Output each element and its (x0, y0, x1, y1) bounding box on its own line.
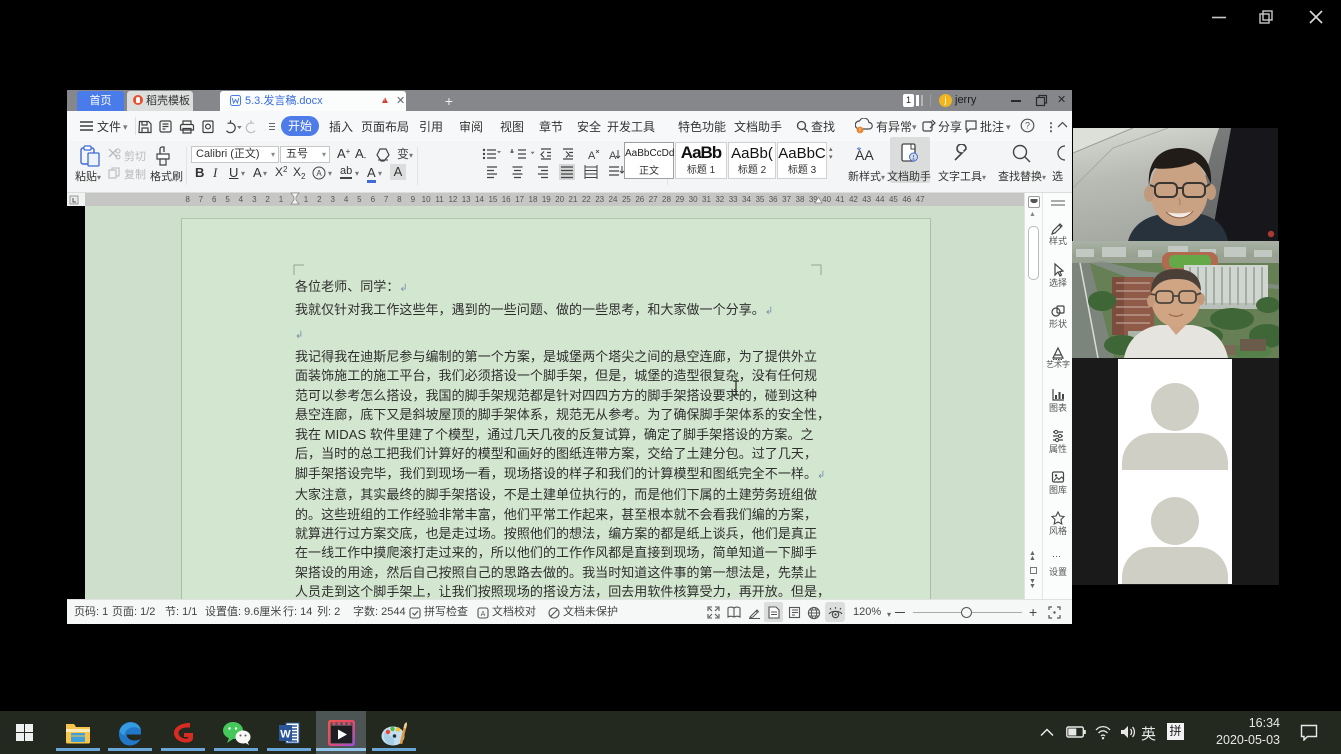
svg-text:W: W (280, 729, 291, 741)
svg-text:A: A (481, 611, 486, 618)
svg-text:A: A (316, 169, 322, 178)
svg-text:A: A (588, 150, 596, 162)
svg-text:?: ? (1025, 121, 1030, 131)
svg-text:A: A (609, 150, 617, 162)
